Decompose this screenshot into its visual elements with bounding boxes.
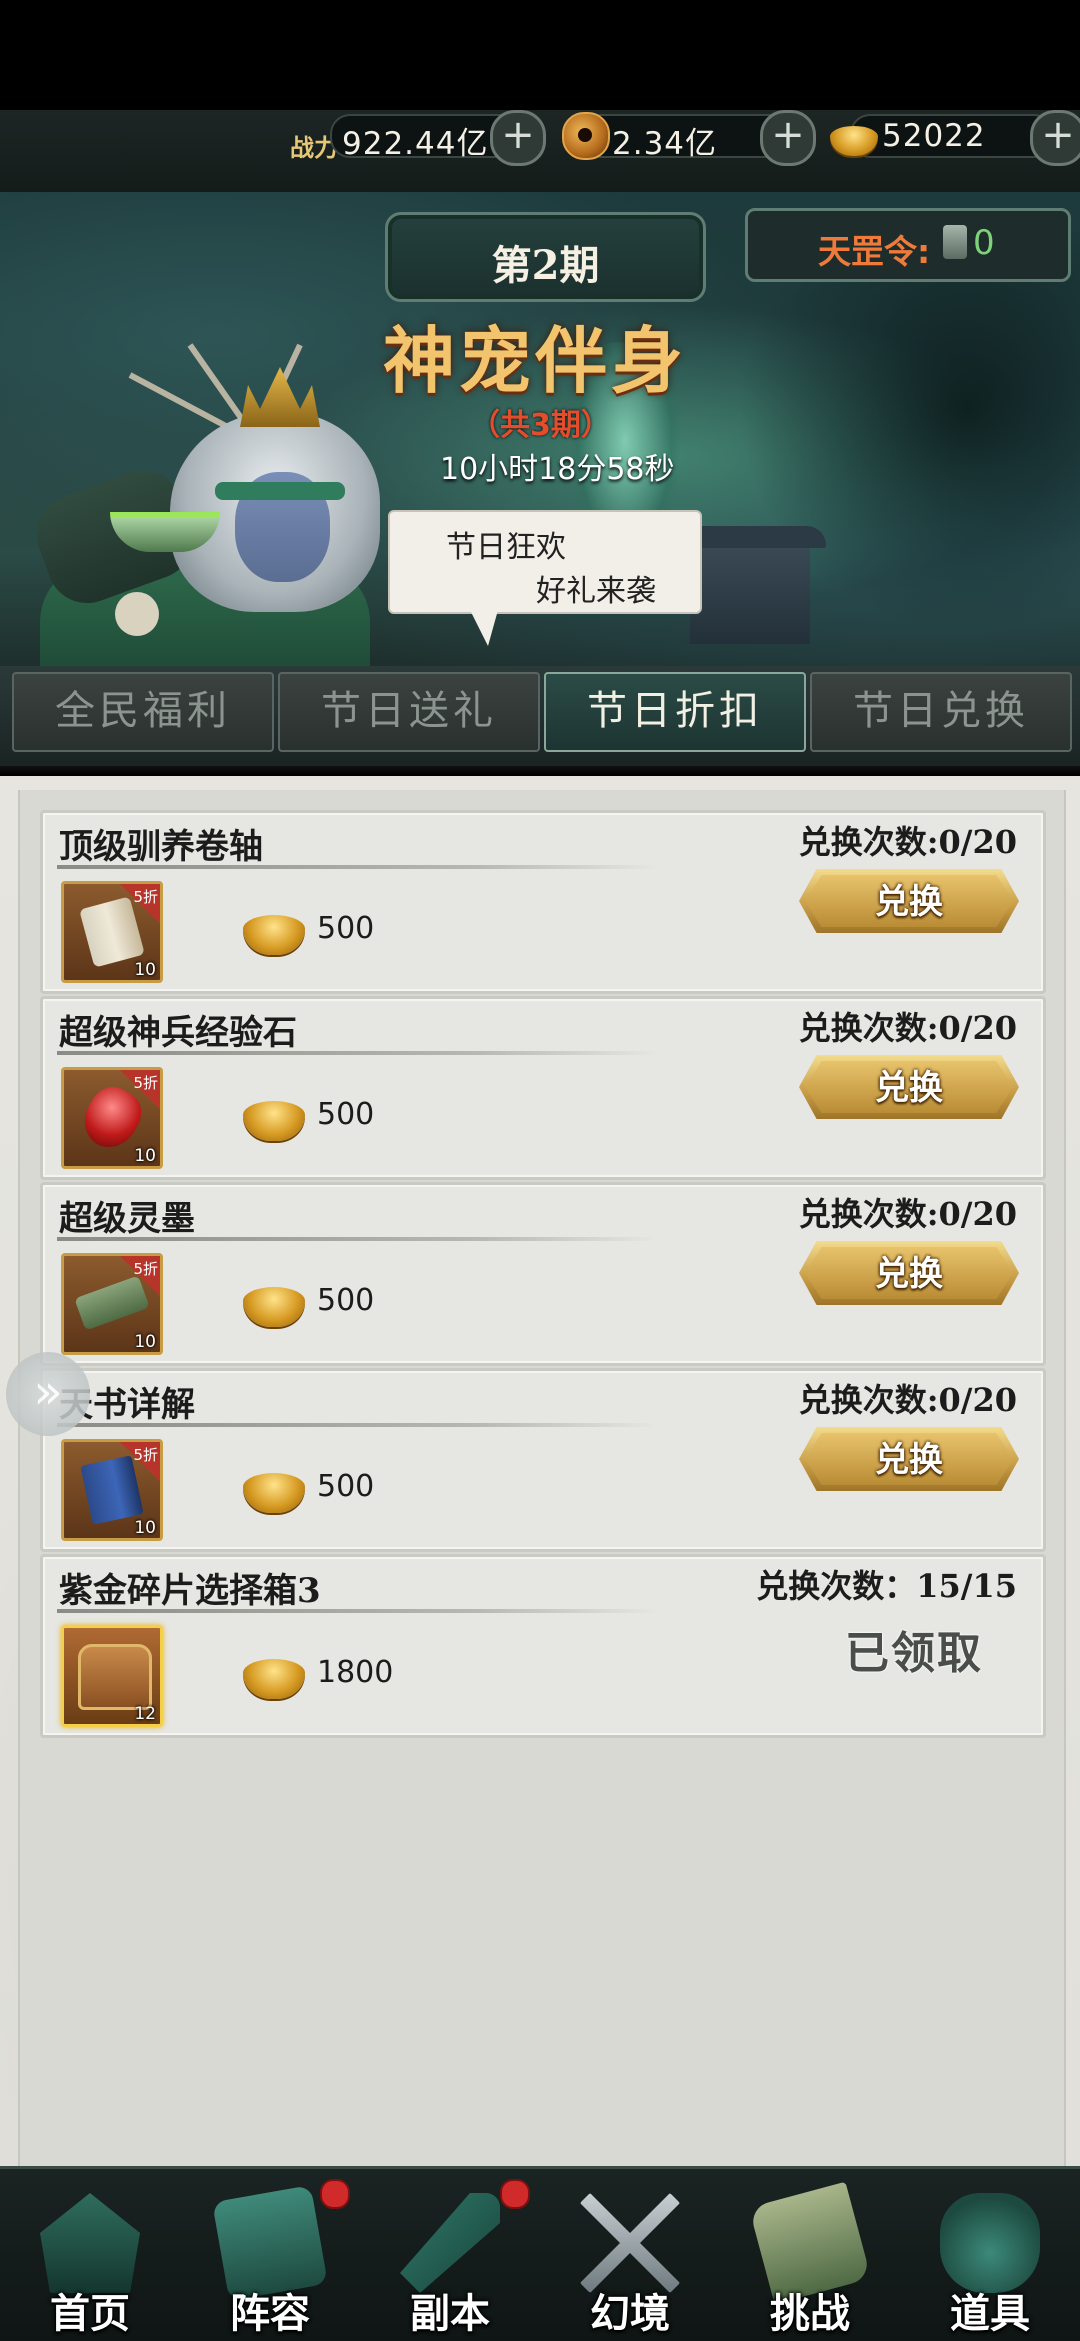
exchange-button-label: 兑换 — [875, 1068, 943, 1108]
crossed-swords-icon — [580, 2193, 680, 2293]
speech-bubble: 节日狂欢 好礼来袭 — [388, 510, 702, 646]
item-underline — [57, 1423, 657, 1427]
coin-icon — [562, 112, 610, 160]
exchange-count: 兑换次数:0/20 — [798, 1381, 1017, 1419]
exchange-count: 兑换次数:0/20 — [798, 1009, 1017, 1047]
notification-dot — [320, 2179, 350, 2209]
item-name: 超级神兵经验石 — [59, 1013, 297, 1053]
nav-label: 幻境 — [590, 2290, 670, 2337]
discount-label: 5折 — [133, 888, 158, 906]
nav-illusion[interactable]: 幻境 — [540, 2169, 720, 2341]
notification-dot — [500, 2179, 530, 2209]
item-price: 500 — [317, 1097, 375, 1132]
nav-challenge[interactable]: 挑战 — [720, 2169, 900, 2341]
claimed-stamp: 已领取 — [845, 1628, 983, 1679]
token-icon — [943, 225, 967, 259]
character-crown — [240, 367, 320, 427]
bubble-line-1: 节日狂欢 — [446, 530, 566, 565]
nav-lineup[interactable]: 阵容 — [180, 2169, 360, 2341]
exchange-button-label: 兑换 — [875, 1440, 943, 1480]
event-banner: 第2期 天罡令: 0 神宠伴身 （共3期） 10小时18分58秒 节日狂欢 好礼… — [0, 192, 1080, 672]
item-underline — [57, 1051, 657, 1055]
exchange-count: 兑换次数:0/20 — [798, 823, 1017, 861]
side-expand-button[interactable]: » — [6, 1352, 90, 1436]
tab-holiday-discount[interactable]: 节日折扣 — [544, 672, 806, 752]
exchange-button[interactable]: 兑换 — [799, 869, 1019, 933]
nav-dungeon[interactable]: 副本 — [360, 2169, 540, 2341]
sword-icon — [400, 2193, 500, 2293]
item-price: 1800 — [317, 1655, 394, 1690]
tab-divider — [0, 766, 1080, 776]
exchange-button[interactable]: 兑换 — [799, 1055, 1019, 1119]
chest-art — [78, 1644, 152, 1710]
tab-holiday-gift[interactable]: 节日送礼 — [278, 672, 540, 752]
period-tab[interactable]: 第2期 — [385, 212, 706, 302]
nav-label: 阵容 — [230, 2290, 310, 2337]
book-icon[interactable]: 5折 10 — [61, 1439, 163, 1541]
exchange-button[interactable]: 兑换 — [799, 1427, 1019, 1491]
list-item: 超级神兵经验石 兑换次数:0/20 5折 10 500 兑换 — [40, 996, 1046, 1180]
nav-label: 挑战 — [770, 2290, 850, 2337]
event-subtitle: （共3期） — [470, 408, 611, 443]
countdown-timer: 10小时18分58秒 — [440, 452, 675, 487]
item-underline — [57, 1237, 657, 1241]
ingot-value: 52022 — [882, 118, 986, 154]
ink-stick-icon[interactable]: 5折 10 — [61, 1253, 163, 1355]
gem-icon[interactable]: 5折 10 — [61, 1067, 163, 1169]
event-title: 神宠伴身 — [382, 318, 687, 403]
shrine-art — [674, 526, 826, 644]
list-item: 天书详解 兑换次数:0/20 5折 10 500 兑换 — [40, 1368, 1046, 1552]
discount-label: 5折 — [133, 1260, 158, 1278]
token-box[interactable]: 天罡令: 0 — [745, 208, 1071, 282]
token-value: 0 — [973, 223, 995, 263]
exchange-button[interactable]: 兑换 — [799, 1241, 1019, 1305]
item-quantity: 10 — [134, 960, 156, 980]
scroll-icon[interactable]: 5折 10 — [61, 881, 163, 983]
item-price: 500 — [317, 911, 375, 946]
item-underline — [57, 1609, 657, 1613]
skull-icon — [115, 592, 159, 636]
nav-home[interactable]: 首页 — [0, 2169, 180, 2341]
tab-universal-welfare[interactable]: 全民福利 — [12, 672, 274, 752]
item-quantity: 10 — [134, 1332, 156, 1352]
treasure-chest-icon[interactable]: 12 — [61, 1625, 163, 1727]
item-price: 500 — [317, 1469, 375, 1504]
discount-label: 5折 — [133, 1446, 158, 1464]
nav-label: 首页 — [50, 2290, 130, 2337]
exchange-count: 兑换次数：15/15 — [756, 1567, 1017, 1605]
period-label: 第2期 — [491, 242, 600, 289]
resource-bar: 战力 922.44亿 + 2.34亿 + 52022 + — [0, 110, 1080, 194]
character-headband — [215, 482, 345, 500]
tab-holiday-exchange[interactable]: 节日兑换 — [810, 672, 1072, 752]
coin-plus-button[interactable]: + — [760, 110, 816, 166]
item-price: 500 — [317, 1283, 375, 1318]
list-item: 超级灵墨 兑换次数:0/20 5折 10 500 兑换 — [40, 1182, 1046, 1366]
item-quantity: 10 — [134, 1146, 156, 1166]
bag-icon — [940, 2193, 1040, 2293]
item-name: 顶级驯养卷轴 — [59, 827, 263, 867]
nav-items[interactable]: 道具 — [900, 2169, 1080, 2341]
bubble-line-2: 好礼来袭 — [536, 574, 656, 609]
item-name: 紫金碎片选择箱3 — [59, 1571, 321, 1611]
list-item: 紫金碎片选择箱3 兑换次数：15/15 12 1800 已领取 — [40, 1554, 1046, 1738]
discount-label: 5折 — [133, 1074, 158, 1092]
ingot-plus-button[interactable]: + — [1030, 110, 1080, 166]
nav-label: 副本 — [410, 2290, 490, 2337]
item-quantity: 10 — [134, 1518, 156, 1538]
power-plus-button[interactable]: + — [490, 110, 546, 166]
nav-label: 道具 — [950, 2290, 1030, 2337]
bottom-nav: 首页 阵容 副本 幻境 挑战 道具 — [0, 2166, 1080, 2341]
item-underline — [57, 865, 657, 869]
exchange-button-label: 兑换 — [875, 1254, 943, 1294]
list-item: 顶级驯养卷轴 兑换次数:0/20 5折 10 500 兑换 — [40, 810, 1046, 994]
power-value: 922.44亿 — [342, 126, 489, 162]
token-label: 天罡令: — [818, 232, 931, 271]
item-quantity: 12 — [134, 1704, 156, 1724]
tab-bar: 全民福利 节日送礼 节日折扣 节日兑换 — [0, 666, 1080, 766]
exchange-count: 兑换次数:0/20 — [798, 1195, 1017, 1233]
exchange-button-label: 兑换 — [875, 882, 943, 922]
pagoda-icon — [40, 2193, 140, 2293]
item-name: 超级灵墨 — [59, 1199, 195, 1239]
coin-value: 2.34亿 — [612, 126, 718, 162]
